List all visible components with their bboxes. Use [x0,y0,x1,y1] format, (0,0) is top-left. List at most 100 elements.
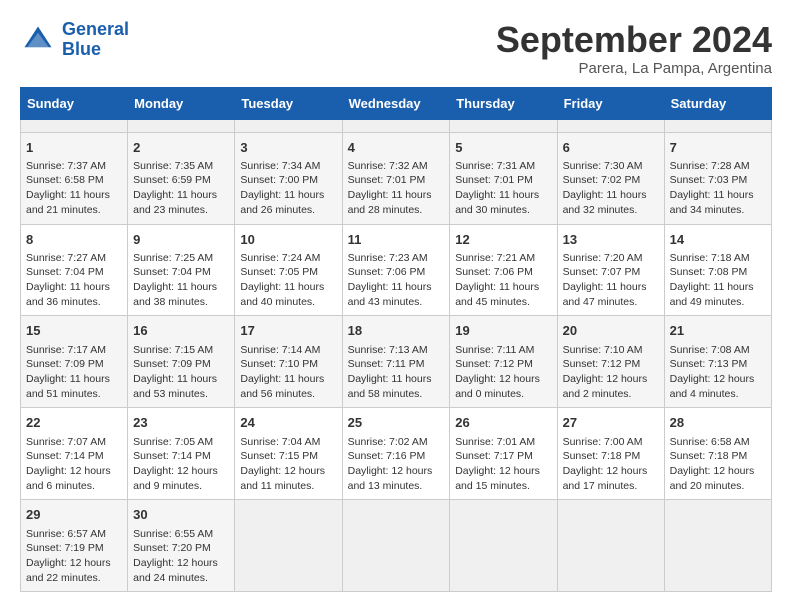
day-info: Sunrise: 7:30 AM [563,159,659,174]
calendar-cell [664,119,771,132]
calendar-cell: 21Sunrise: 7:08 AMSunset: 7:13 PMDayligh… [664,316,771,408]
day-info: and 17 minutes. [563,479,659,494]
day-info: Sunrise: 7:13 AM [348,343,445,358]
calendar-cell: 26Sunrise: 7:01 AMSunset: 7:17 PMDayligh… [450,408,557,500]
calendar-cell: 24Sunrise: 7:04 AMSunset: 7:15 PMDayligh… [235,408,342,500]
day-info: Daylight: 11 hours [348,372,445,387]
day-info: Sunrise: 7:10 AM [563,343,659,358]
calendar-cell [128,119,235,132]
day-info: Daylight: 11 hours [563,188,659,203]
calendar-cell [342,500,450,592]
day-info: Daylight: 12 hours [348,464,445,479]
day-info: Sunset: 7:15 PM [240,449,336,464]
day-number: 23 [133,414,229,432]
calendar-cell [450,500,557,592]
day-info: Sunrise: 6:55 AM [133,527,229,542]
calendar-cell [342,119,450,132]
day-number: 13 [563,231,659,249]
day-number: 22 [26,414,122,432]
day-info: Sunset: 7:03 PM [670,173,766,188]
day-info: and 22 minutes. [26,571,122,586]
day-info: Sunset: 7:11 PM [348,357,445,372]
day-number: 21 [670,322,766,340]
day-info: Sunset: 7:04 PM [133,265,229,280]
day-info: Sunset: 7:09 PM [26,357,122,372]
day-info: Daylight: 12 hours [240,464,336,479]
calendar-cell: 8Sunrise: 7:27 AMSunset: 7:04 PMDaylight… [21,224,128,316]
calendar-cell: 19Sunrise: 7:11 AMSunset: 7:12 PMDayligh… [450,316,557,408]
day-info: Sunset: 7:12 PM [563,357,659,372]
day-info: Sunrise: 7:15 AM [133,343,229,358]
calendar-cell: 25Sunrise: 7:02 AMSunset: 7:16 PMDayligh… [342,408,450,500]
day-info: Sunset: 7:06 PM [348,265,445,280]
day-info: and 20 minutes. [670,479,766,494]
calendar-cell [235,500,342,592]
day-number: 28 [670,414,766,432]
day-info: and 58 minutes. [348,387,445,402]
weekday-header-thursday: Thursday [450,87,557,119]
day-info: Sunset: 7:08 PM [670,265,766,280]
day-info: and 28 minutes. [348,203,445,218]
calendar-cell: 22Sunrise: 7:07 AMSunset: 7:14 PMDayligh… [21,408,128,500]
day-info: Sunrise: 7:20 AM [563,251,659,266]
day-number: 6 [563,139,659,157]
day-number: 7 [670,139,766,157]
calendar-cell: 20Sunrise: 7:10 AMSunset: 7:12 PMDayligh… [557,316,664,408]
day-info: Sunset: 7:18 PM [670,449,766,464]
day-info: Sunset: 7:18 PM [563,449,659,464]
day-info: Sunrise: 7:08 AM [670,343,766,358]
day-info: and 0 minutes. [455,387,551,402]
day-info: Sunset: 7:01 PM [455,173,551,188]
day-info: and 56 minutes. [240,387,336,402]
day-number: 8 [26,231,122,249]
day-info: Sunset: 7:06 PM [455,265,551,280]
calendar-cell: 14Sunrise: 7:18 AMSunset: 7:08 PMDayligh… [664,224,771,316]
calendar-week-3: 8Sunrise: 7:27 AMSunset: 7:04 PMDaylight… [21,224,772,316]
day-info: Sunrise: 7:31 AM [455,159,551,174]
day-info: and 24 minutes. [133,571,229,586]
calendar-cell: 7 Sunrise: 7:28 AMSunset: 7:03 PMDaylight… [664,132,771,224]
day-number: 19 [455,322,551,340]
day-info: and 11 minutes. [240,479,336,494]
day-number: 29 [26,506,122,524]
calendar-cell: 15Sunrise: 7:17 AMSunset: 7:09 PMDayligh… [21,316,128,408]
day-info: and 30 minutes. [455,203,551,218]
calendar-cell [450,119,557,132]
calendar-cell [557,500,664,592]
day-info: Sunset: 7:00 PM [240,173,336,188]
day-info: Sunrise: 7:37 AM [26,159,122,174]
day-info: Sunrise: 7:05 AM [133,435,229,450]
day-info: Sunset: 7:20 PM [133,541,229,556]
day-info: and 45 minutes. [455,295,551,310]
day-info: Sunrise: 7:28 AM [670,159,766,174]
day-info: Sunrise: 7:18 AM [670,251,766,266]
day-info: Daylight: 11 hours [133,280,229,295]
calendar-table: SundayMondayTuesdayWednesdayThursdayFrid… [20,87,772,593]
calendar-week-1 [21,119,772,132]
calendar-cell: 1Sunrise: 7:37 AMSunset: 6:58 PMDaylight… [21,132,128,224]
day-info: Daylight: 11 hours [240,372,336,387]
day-info: Sunrise: 7:17 AM [26,343,122,358]
day-info: Sunset: 7:19 PM [26,541,122,556]
day-info: Sunset: 6:58 PM [26,173,122,188]
day-number: 20 [563,322,659,340]
calendar-cell: 5Sunrise: 7:31 AMSunset: 7:01 PMDaylight… [450,132,557,224]
day-info: Daylight: 12 hours [670,464,766,479]
day-number: 16 [133,322,229,340]
day-info: Sunrise: 6:57 AM [26,527,122,542]
weekday-header-friday: Friday [557,87,664,119]
day-info: Sunrise: 7:02 AM [348,435,445,450]
calendar-cell: 29Sunrise: 6:57 AMSunset: 7:19 PMDayligh… [21,500,128,592]
day-info: Sunrise: 7:25 AM [133,251,229,266]
calendar-cell: 2Sunrise: 7:35 AMSunset: 6:59 PMDaylight… [128,132,235,224]
location-subtitle: Parera, La Pampa, Argentina [496,60,772,77]
day-number: 24 [240,414,336,432]
day-info: Daylight: 11 hours [240,280,336,295]
day-info: Sunrise: 7:11 AM [455,343,551,358]
day-info: Daylight: 12 hours [455,464,551,479]
calendar-cell [557,119,664,132]
day-info: Sunset: 7:14 PM [26,449,122,464]
calendar-cell: 28Sunrise: 6:58 AMSunset: 7:18 PMDayligh… [664,408,771,500]
day-info: Daylight: 11 hours [670,188,766,203]
logo-text: General Blue [62,20,129,60]
